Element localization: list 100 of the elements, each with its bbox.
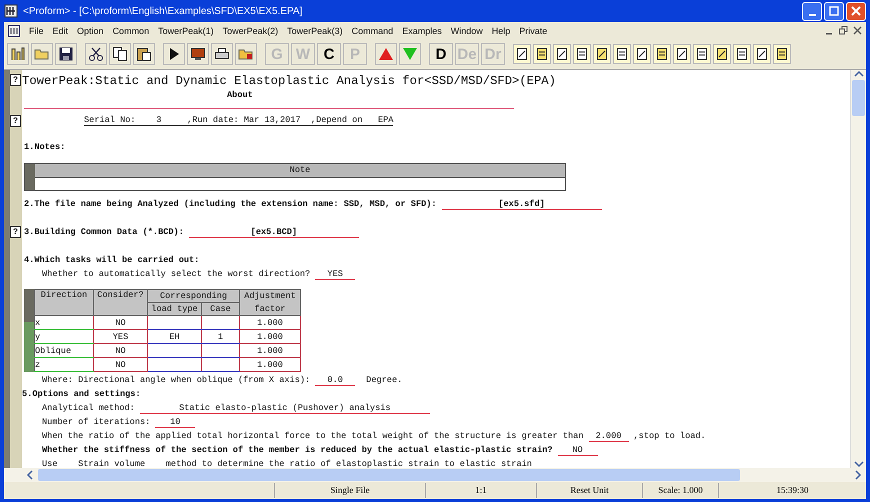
page-icon[interactable] bbox=[593, 44, 611, 64]
bcd-file-field[interactable]: [ex5.BCD] bbox=[188, 226, 359, 238]
menu-item[interactable]: Option bbox=[77, 26, 104, 36]
column-header: Direction bbox=[34, 290, 94, 316]
copy-icon[interactable] bbox=[109, 43, 131, 65]
page-icon[interactable] bbox=[713, 44, 731, 64]
toolbar-button[interactable]: C bbox=[317, 43, 341, 65]
table-cell[interactable]: 1.000 bbox=[240, 358, 300, 372]
field-label: 3.Building Common Data (*.BCD): bbox=[24, 227, 184, 237]
horizontal-scrollbar[interactable] bbox=[4, 468, 866, 482]
ratio-field[interactable]: 2.000 bbox=[588, 431, 628, 442]
file-name-field[interactable]: [ex5.sfd] bbox=[442, 198, 602, 210]
monitor-icon[interactable] bbox=[187, 43, 209, 65]
scroll-thumb[interactable] bbox=[38, 469, 740, 481]
auto-select-field[interactable]: YES bbox=[315, 269, 356, 280]
table-cell[interactable] bbox=[148, 358, 202, 372]
chart-icon[interactable] bbox=[7, 43, 29, 65]
table-cell[interactable] bbox=[148, 316, 202, 330]
method-field[interactable]: Static elasto-plastic (Pushover) analysis bbox=[140, 403, 430, 414]
page-icon[interactable] bbox=[773, 44, 791, 64]
table-cell[interactable]: NO bbox=[94, 316, 148, 330]
restore-icon[interactable] bbox=[839, 26, 848, 35]
page-icon[interactable] bbox=[553, 44, 571, 64]
menu-item[interactable]: TowerPeak(3) bbox=[287, 26, 343, 36]
page-icon[interactable] bbox=[533, 44, 551, 64]
menu-item[interactable]: TowerPeak(2) bbox=[222, 26, 278, 36]
strain-method-text: Use Strain volume method to determine the ratio of elastoplastic strain to elastic strain bbox=[42, 459, 532, 469]
menu-item[interactable]: Help bbox=[492, 26, 510, 36]
menu-item[interactable]: Examples bbox=[402, 26, 442, 36]
page-icon[interactable] bbox=[733, 44, 751, 64]
help-marker[interactable]: ? bbox=[10, 226, 21, 238]
page-icon[interactable] bbox=[673, 44, 691, 64]
page-icon[interactable] bbox=[653, 44, 671, 64]
section-heading: 4.Which tasks will be carried out: bbox=[23, 255, 200, 267]
window-title: <Proform> - [C:\proform\English\Examples\SFD\EX5\EX5.EPA] bbox=[23, 6, 304, 16]
scroll-right-icon[interactable] bbox=[854, 470, 862, 480]
row-header-strip bbox=[25, 164, 35, 190]
menu-item[interactable]: Edit bbox=[52, 26, 68, 36]
page-icon[interactable] bbox=[573, 44, 591, 64]
table-cell[interactable]: NO bbox=[94, 344, 148, 358]
table-cell[interactable]: Oblique bbox=[34, 344, 94, 358]
vertical-scrollbar[interactable] bbox=[850, 70, 866, 468]
save-icon[interactable] bbox=[55, 43, 77, 65]
app-icon bbox=[4, 4, 18, 18]
maximize-button[interactable] bbox=[824, 2, 844, 20]
table-cell[interactable]: 1.000 bbox=[240, 344, 300, 358]
menu-item[interactable]: Common bbox=[112, 26, 150, 36]
field-label: ,stop to load. bbox=[634, 431, 706, 441]
table-cell[interactable]: 1 bbox=[202, 330, 240, 344]
table-cell[interactable]: 1.000 bbox=[240, 330, 300, 344]
table-cell[interactable]: x bbox=[34, 316, 94, 330]
table-cell[interactable] bbox=[202, 316, 240, 330]
open-folder-icon[interactable] bbox=[31, 43, 53, 65]
close-button[interactable] bbox=[846, 2, 866, 20]
angle-field[interactable]: 0.0 bbox=[315, 375, 356, 386]
scroll-left-icon[interactable] bbox=[26, 470, 34, 480]
menu-item[interactable]: TowerPeak(1) bbox=[158, 26, 214, 36]
minimize-button[interactable] bbox=[802, 2, 822, 20]
table-cell[interactable]: 1.000 bbox=[240, 316, 300, 330]
menu-item[interactable]: Private bbox=[519, 26, 548, 36]
table-cell[interactable]: NO bbox=[94, 358, 148, 372]
field-label: Whether to automatically select the worst direction? bbox=[42, 269, 310, 279]
document-title: TowerPeak:Static and Dynamic Elastoplastic Analysis for<SSD/MSD/SFD>(EPA) bbox=[22, 74, 556, 88]
unit-label: Degree. bbox=[366, 375, 402, 385]
table-cell[interactable] bbox=[202, 358, 240, 372]
scroll-down-icon[interactable] bbox=[854, 460, 864, 468]
table-cell[interactable]: z bbox=[34, 358, 94, 372]
status-text: 15:39:30 bbox=[718, 483, 866, 498]
paste-icon[interactable] bbox=[133, 43, 155, 65]
section-heading: 1.Notes: bbox=[23, 142, 66, 154]
page-icon[interactable] bbox=[513, 44, 531, 64]
page-icon[interactable] bbox=[753, 44, 771, 64]
column-header: Note bbox=[35, 164, 565, 178]
help-marker[interactable]: ? bbox=[10, 74, 21, 86]
iterations-field[interactable]: 10 bbox=[155, 417, 196, 428]
menu-item[interactable]: Command bbox=[352, 26, 394, 36]
scroll-thumb[interactable] bbox=[852, 80, 865, 116]
close-icon bbox=[851, 6, 861, 16]
page-icon[interactable] bbox=[613, 44, 631, 64]
scroll-up-icon[interactable] bbox=[854, 70, 864, 78]
page-icon[interactable] bbox=[693, 44, 711, 64]
minimize-icon bbox=[808, 14, 816, 16]
play-icon[interactable] bbox=[163, 43, 185, 65]
stiffness-field[interactable]: NO bbox=[558, 445, 598, 456]
cut-icon[interactable] bbox=[85, 43, 107, 65]
folder-icon[interactable] bbox=[235, 43, 257, 65]
menu-item[interactable]: File bbox=[29, 26, 44, 36]
table-cell[interactable] bbox=[202, 344, 240, 358]
table-cell[interactable]: EH bbox=[148, 330, 202, 344]
table-cell[interactable]: y bbox=[34, 330, 94, 344]
close-icon[interactable] bbox=[853, 26, 862, 35]
field-label: 2.The file name being Analyzed (including the extension name: SSD, MSD, or SFD): bbox=[24, 199, 437, 209]
printer-icon[interactable] bbox=[211, 43, 233, 65]
table-cell[interactable] bbox=[148, 344, 202, 358]
toolbar-button[interactable]: D bbox=[429, 43, 453, 65]
page-icon[interactable] bbox=[633, 44, 651, 64]
help-marker[interactable]: ? bbox=[10, 115, 21, 127]
table-cell[interactable]: YES bbox=[94, 330, 148, 344]
menu-item[interactable]: Window bbox=[450, 26, 483, 36]
field-label: Where: Directional angle when oblique (from X axis): bbox=[42, 375, 310, 385]
